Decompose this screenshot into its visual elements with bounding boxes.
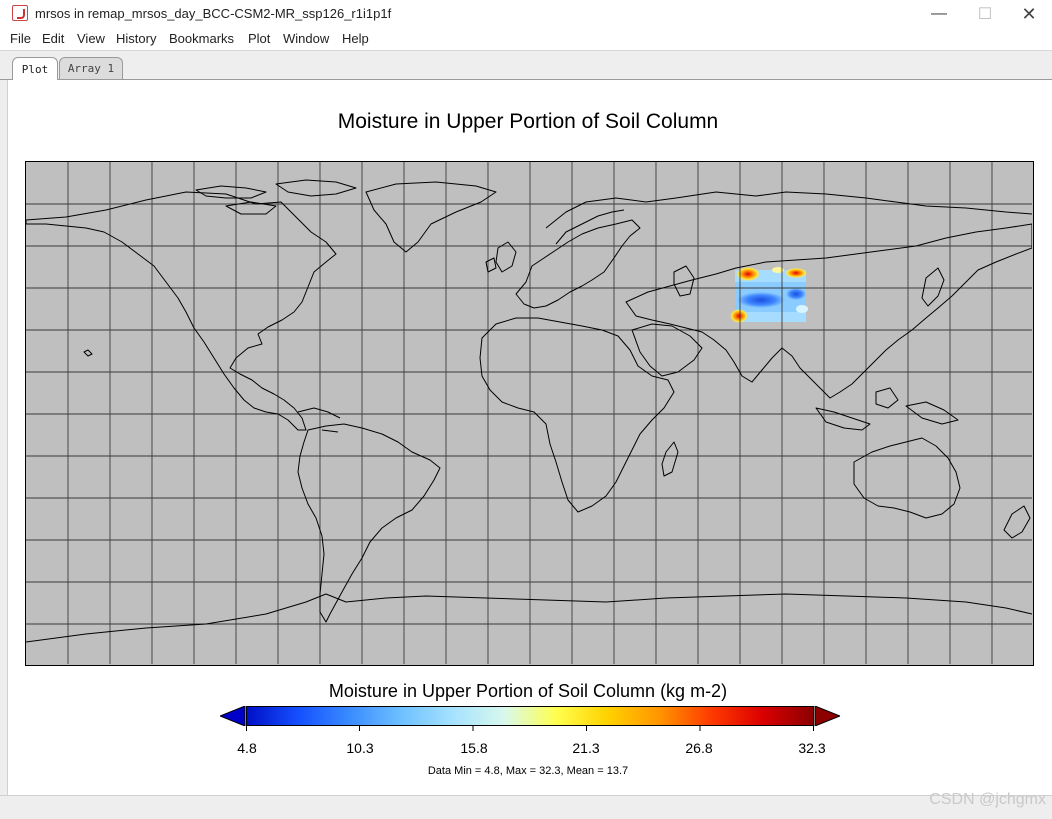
menu-plot[interactable]: Plot bbox=[248, 31, 270, 46]
coastlines bbox=[26, 179, 1033, 643]
map-grid bbox=[26, 162, 1032, 664]
status-bar bbox=[0, 795, 1052, 819]
minimize-icon[interactable]: — bbox=[916, 0, 962, 28]
plot-panel: Moisture in Upper Portion of Soil Column bbox=[8, 80, 1048, 794]
colorbar bbox=[246, 706, 814, 726]
left-border bbox=[0, 80, 8, 795]
colorbar-max-arrow bbox=[814, 706, 840, 726]
menu-history[interactable]: History bbox=[116, 31, 156, 46]
plot-title: Moisture in Upper Portion of Soil Column bbox=[337, 110, 719, 133]
menu-file[interactable]: File bbox=[10, 31, 31, 46]
menu-view[interactable]: View bbox=[77, 31, 105, 46]
menu-window[interactable]: Window bbox=[283, 31, 329, 46]
close-icon[interactable]: ✕ bbox=[1006, 0, 1052, 28]
colorbar-tick-label: 32.3 bbox=[798, 740, 826, 756]
colorbar-title: Moisture in Upper Portion of Soil Column… bbox=[328, 681, 728, 701]
colorbar-tick-label: 26.8 bbox=[685, 740, 713, 756]
colorbar-tick-label: 15.8 bbox=[460, 740, 488, 756]
window-title: mrsos in remap_mrsos_day_BCC-CSM2-MR_ssp… bbox=[35, 6, 392, 21]
colorbar-tick-label: 10.3 bbox=[346, 740, 374, 756]
java-cup-icon bbox=[12, 5, 28, 21]
data-region bbox=[730, 267, 808, 323]
watermark: CSDN @jchgmx bbox=[929, 791, 1046, 808]
tab-array-1[interactable]: Array 1 bbox=[59, 57, 123, 79]
menu-edit[interactable]: Edit bbox=[42, 31, 64, 46]
colorbar-tick-label: 4.8 bbox=[237, 740, 257, 756]
window-titlebar: mrsos in remap_mrsos_day_BCC-CSM2-MR_ssp… bbox=[0, 0, 1052, 28]
menu-bar: File Edit View History Bookmarks Plot Wi… bbox=[0, 28, 1052, 51]
maximize-icon[interactable]: ☐ bbox=[962, 0, 1008, 28]
colorbar-min-arrow bbox=[220, 706, 246, 726]
colorbar-tick-marks bbox=[246, 726, 814, 731]
menu-bookmarks[interactable]: Bookmarks bbox=[169, 31, 234, 46]
tab-plot[interactable]: Plot bbox=[12, 57, 58, 80]
menu-help[interactable]: Help bbox=[342, 31, 369, 46]
tab-strip: Plot Array 1 bbox=[0, 51, 1052, 80]
colorbar-tick-label: 21.3 bbox=[572, 740, 600, 756]
world-map[interactable] bbox=[25, 161, 1034, 666]
map-svg bbox=[26, 162, 1033, 664]
data-stats: Data Min = 4.8, Max = 32.3, Mean = 13.7 bbox=[427, 765, 629, 777]
